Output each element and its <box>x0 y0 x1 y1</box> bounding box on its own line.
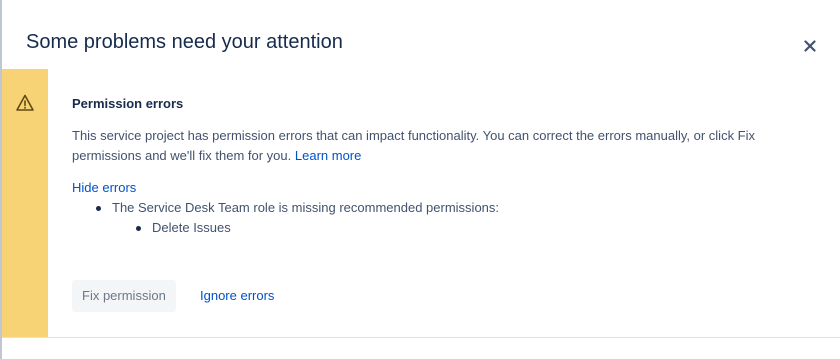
close-icon <box>804 40 816 52</box>
description-text: This service project has permission erro… <box>72 128 756 163</box>
problems-dialog: Some problems need your attention Permis… <box>2 0 840 359</box>
error-sub-text: Delete Issues <box>152 220 231 235</box>
error-list: The Service Desk Team role is missing re… <box>72 198 499 238</box>
dialog-footer-divider <box>2 337 840 338</box>
warning-bar <box>2 69 48 337</box>
bullet <box>136 226 141 231</box>
error-sub-item: Delete Issues <box>112 218 499 238</box>
dialog-title: Some problems need your attention <box>26 31 343 53</box>
description: This service project has permission erro… <box>72 126 816 166</box>
error-item: The Service Desk Team role is missing re… <box>72 198 499 238</box>
warning-icon <box>16 94 34 111</box>
hide-errors-link[interactable]: Hide errors <box>72 178 136 198</box>
fix-permission-button[interactable]: Fix permission <box>72 280 176 312</box>
bullet <box>96 206 101 211</box>
error-sub-list: Delete Issues <box>112 218 499 238</box>
section-title: Permission errors <box>72 96 184 111</box>
learn-more-link[interactable]: Learn more <box>295 148 361 163</box>
close-button[interactable] <box>800 36 820 56</box>
ignore-errors-button[interactable]: Ignore errors <box>190 280 284 312</box>
error-text: The Service Desk Team role is missing re… <box>112 200 500 215</box>
